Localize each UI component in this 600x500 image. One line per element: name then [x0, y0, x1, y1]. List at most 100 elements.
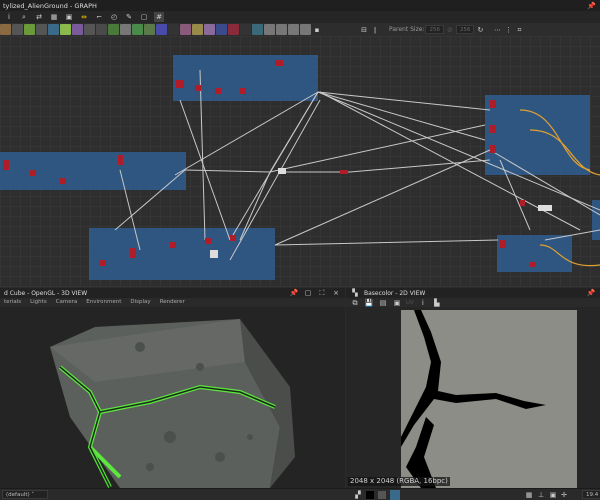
layout-icon[interactable]: ▦	[49, 12, 59, 22]
2d-texture-render[interactable]	[346, 307, 600, 488]
node-button-25[interactable]	[300, 24, 311, 35]
info-icon[interactable]: i	[4, 12, 14, 22]
node-button-17[interactable]	[204, 24, 215, 35]
node-button-23[interactable]	[276, 24, 287, 35]
reset-icon[interactable]: ↻	[475, 25, 485, 35]
file-icon[interactable]: ▤	[378, 298, 388, 308]
node-frame	[592, 200, 600, 240]
menu-materials[interactable]: terials	[4, 299, 21, 306]
node-button-20[interactable]	[240, 24, 251, 35]
maximize-icon[interactable]: ▢	[303, 288, 313, 298]
material-select-value: (default)	[6, 492, 30, 498]
node-button-4[interactable]	[48, 24, 59, 35]
fit-icon[interactable]: ▣	[548, 490, 558, 500]
align-horizontal-icon[interactable]: ⋯	[492, 25, 502, 35]
graph-toolbar: i ⌕ ⇄ ▦ ▣ ⇹ ⌐ ◴ ✎ ▢ #	[0, 11, 600, 23]
checker-bg-button[interactable]	[378, 491, 386, 499]
window-title: tylized_AlienGround - GRAPH	[0, 0, 600, 11]
align-vertical-icon[interactable]: ⋮	[503, 25, 513, 35]
status-bar: (default) ˅ ▞ ▦ ⊥ ▣ ✛ 19.4	[0, 488, 600, 500]
link-icon[interactable]: ⇄	[34, 12, 44, 22]
graph-canvas[interactable]	[0, 36, 600, 287]
link-ratio-icon[interactable]: ⊘	[445, 25, 455, 35]
3d-view-menubar: terials Lights Camera Environment Displa…	[0, 298, 345, 307]
node-button-6[interactable]	[72, 24, 83, 35]
timer-icon[interactable]: ◴	[109, 12, 119, 22]
resolution-text: 2048 x 2048 (RGBA, 16bpc)	[348, 477, 450, 486]
color-bg-button[interactable]	[390, 490, 400, 500]
info-icon[interactable]: i	[418, 298, 428, 308]
node-button-2[interactable]	[24, 24, 35, 35]
parent-width-select[interactable]: 256	[425, 25, 444, 34]
align-icon[interactable]: ⇹	[79, 12, 89, 22]
frame-icon[interactable]: ▣	[64, 12, 74, 22]
center-icon[interactable]: ✛	[559, 490, 569, 500]
node-frame	[173, 55, 318, 101]
export-icon[interactable]: ▢	[139, 12, 149, 22]
3d-view-panel: d Cube - OpenGL - 3D VIEW 📌 ▢ ⛶ × terial…	[0, 288, 345, 488]
close-icon[interactable]: ×	[331, 288, 341, 298]
node-button-5[interactable]	[60, 24, 71, 35]
node-button-21[interactable]	[252, 24, 263, 35]
search-icon[interactable]: ⌕	[19, 12, 29, 22]
node-frame	[0, 152, 186, 190]
histogram-icon[interactable]: ▙	[432, 298, 442, 308]
display-icon[interactable]: ▣	[392, 298, 402, 308]
node-button-11[interactable]	[132, 24, 143, 35]
dot-icon[interactable]: ǀ	[370, 25, 380, 35]
menu-lights[interactable]: Lights	[30, 299, 47, 306]
parent-size-label: Parent Size:	[389, 26, 425, 33]
node-button-8[interactable]	[96, 24, 107, 35]
node-button-1[interactable]	[12, 24, 23, 35]
snap-icon[interactable]: ⌗	[514, 25, 524, 35]
menu-camera[interactable]: Camera	[56, 299, 78, 306]
axis-icon[interactable]: ⊥	[536, 490, 546, 500]
pin-node-icon[interactable]: ⊟	[359, 25, 369, 35]
channels-icon[interactable]: ▞	[353, 490, 363, 500]
node-button-15[interactable]	[180, 24, 191, 35]
node-button-10[interactable]	[120, 24, 131, 35]
pen-icon[interactable]: ✎	[124, 12, 134, 22]
parent-height-select[interactable]: 256	[455, 25, 475, 34]
copy-icon[interactable]: ⧉	[350, 298, 360, 308]
node-button-19[interactable]	[228, 24, 239, 35]
pin-icon[interactable]: 📌	[289, 288, 299, 298]
3d-view-title: d Cube - OpenGL - 3D VIEW	[4, 289, 88, 297]
2d-view-title: Basecolor - 2D VIEW	[364, 289, 426, 297]
node-button-22[interactable]	[264, 24, 275, 35]
fullscreen-icon[interactable]: ⛶	[317, 288, 327, 298]
node-button-0[interactable]	[0, 24, 11, 35]
node-button-16[interactable]	[192, 24, 203, 35]
grid-icon[interactable]: ▦	[524, 490, 534, 500]
grid-icon[interactable]: #	[154, 12, 164, 22]
menu-display[interactable]: Display	[130, 299, 150, 306]
node-toolbar: ▪ ⊟ ǀ Parent Size: 256 ⊘ 256 ↻ ⋯ ⋮ ⌗	[0, 23, 600, 36]
node-button-13[interactable]	[156, 24, 167, 35]
frames	[0, 55, 600, 280]
node-button-9[interactable]	[108, 24, 119, 35]
node-button-12[interactable]	[144, 24, 155, 35]
2d-view-panel: ▚ Basecolor - 2D VIEW 📌 ⧉ 💾 ▤ ▣ UV i ▙ 2…	[346, 288, 600, 488]
3d-cube-render[interactable]	[0, 307, 345, 488]
node-button-14[interactable]	[168, 24, 179, 35]
pin-icon[interactable]: 📌	[587, 2, 596, 10]
save-icon[interactable]: 💾	[364, 298, 374, 308]
node-graph	[0, 55, 600, 280]
black-bg-button[interactable]	[366, 491, 374, 499]
menu-environment[interactable]: Environment	[86, 299, 121, 306]
path-icon[interactable]: ⌐	[94, 12, 104, 22]
2d-view-icon: ▚	[352, 289, 358, 297]
uv-select[interactable]: UV	[406, 300, 414, 306]
node-button-18[interactable]	[216, 24, 227, 35]
3d-view-header: d Cube - OpenGL - 3D VIEW 📌 ▢ ⛶ ×	[0, 288, 345, 298]
2d-view-header: ▚ Basecolor - 2D VIEW 📌	[346, 288, 600, 298]
node-button-7[interactable]	[84, 24, 95, 35]
node-button-24[interactable]	[288, 24, 299, 35]
2d-view-toolbar: ⧉ 💾 ▤ ▣ UV i ▙	[346, 298, 600, 307]
material-select[interactable]: (default) ˅	[2, 490, 48, 499]
comment-icon[interactable]: ▪	[312, 25, 322, 35]
menu-renderer[interactable]: Renderer	[160, 299, 185, 306]
node-button-3[interactable]	[36, 24, 47, 35]
pin-icon[interactable]: 📌	[586, 288, 596, 298]
zoom-field[interactable]: 19.4	[582, 490, 600, 499]
